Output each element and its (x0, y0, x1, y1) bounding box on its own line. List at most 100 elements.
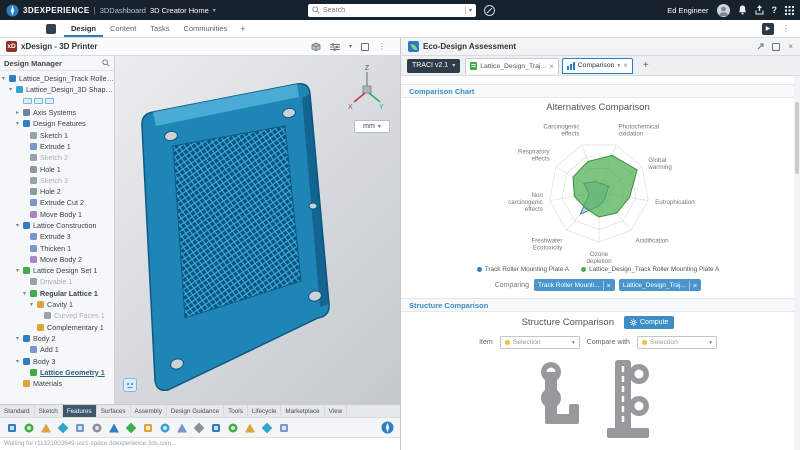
compare-selection-dropdown[interactable]: Selection ▾ (637, 336, 717, 349)
tree-item-axis-systems[interactable]: ▸Axis Systems (0, 107, 114, 118)
scrollbar[interactable] (794, 76, 800, 450)
maximize-icon[interactable] (772, 43, 780, 51)
search-scope-caret-icon[interactable]: ▾ (469, 7, 472, 14)
tree-item-hole-1[interactable]: Hole 1 (0, 163, 114, 174)
comparison-chart-section-header[interactable]: Comparison Chart (401, 84, 795, 98)
dashboard-tab-content[interactable]: Content (103, 20, 143, 37)
tree-item-extrude-cut-2[interactable]: Extrude Cut 2 (0, 197, 114, 208)
ribbon-tab-tools[interactable]: Tools (224, 405, 248, 417)
tree-item-move-body-1[interactable]: Move Body 1 (0, 209, 114, 220)
sketch-tool-icon[interactable] (6, 422, 18, 434)
assistant-robot-icon[interactable] (123, 378, 137, 392)
3d-play-media-icon[interactable]: ▶ (762, 23, 774, 35)
units-dropdown[interactable]: mm ▾ (354, 120, 390, 133)
tree-search-icon[interactable] (102, 59, 110, 67)
add-dashboard-tab-button[interactable]: + (234, 24, 251, 34)
tree-item-body-2[interactable]: ▾Body 2 (0, 333, 114, 344)
tree-item-extrude-1[interactable]: Extrude 1 (0, 141, 114, 152)
compute-button[interactable]: Compute (624, 316, 674, 329)
shell-tool-icon[interactable] (142, 422, 154, 434)
tree-item-extrude-3[interactable]: Extrude 3 (0, 231, 114, 242)
viewport-more-icon[interactable]: ⋮ (378, 42, 386, 51)
lattice-tool-icon[interactable] (210, 422, 222, 434)
ribbon-tab-sketch[interactable]: Sketch (35, 405, 63, 417)
close-panel-icon[interactable]: × (788, 43, 793, 51)
dashboard-home-icon[interactable] (46, 24, 56, 34)
3d-model-lattice-plate[interactable] (123, 66, 348, 396)
avatar[interactable] (717, 4, 730, 17)
comparing-chip[interactable]: Track Roller Mounti...× (534, 279, 615, 291)
tree-caret-icon[interactable]: ▸ (16, 109, 23, 116)
ribbon-tab-lifecycle[interactable]: Lifecycle (248, 405, 282, 417)
display-settings-icon[interactable] (330, 43, 340, 51)
tree-item-lattice-design-set-1[interactable]: ▾Lattice Design Set 1 (0, 265, 114, 276)
do-not-disturb-icon[interactable] (484, 5, 495, 16)
3ds-compass-logo[interactable] (6, 4, 19, 17)
apps-grid-icon[interactable] (785, 6, 794, 15)
tree-caret-icon[interactable]: ▾ (16, 267, 23, 274)
add-assessment-tab-button[interactable]: + (638, 60, 654, 71)
global-search[interactable]: ▾ (308, 4, 476, 17)
tree-item-complementary-1[interactable]: Complementary 1 (0, 322, 114, 333)
tree-item-sketch-2[interactable]: Sketch 2 (0, 152, 114, 163)
measure-tool-icon[interactable] (278, 422, 290, 434)
hole-tool-icon[interactable] (91, 422, 103, 434)
tree-item-curved-faces-1[interactable]: Curved Faces 1 (0, 310, 114, 321)
orientation-triad[interactable]: Z X Y (344, 62, 390, 114)
compass-tool-icon[interactable] (381, 421, 394, 434)
popout-icon[interactable] (757, 43, 764, 50)
fillet-tool-icon[interactable] (108, 422, 120, 434)
tree-caret-icon[interactable]: ▾ (9, 86, 16, 93)
tree-caret-icon[interactable]: ▾ (16, 335, 23, 342)
boolean-tool-icon[interactable] (244, 422, 256, 434)
ribbon-tab-standard[interactable]: Standard (0, 405, 35, 417)
user-name[interactable]: Ed Engineer (667, 6, 708, 15)
3d-viewport[interactable]: Z X Y mm ▾ (115, 56, 400, 404)
structure-comparison-section-header[interactable]: Structure Comparison (401, 298, 795, 312)
tree-caret-icon[interactable]: ▾ (16, 358, 23, 365)
assessment-tab-lattice-design-traj[interactable]: Lattice_Design_Traj...× (465, 58, 559, 74)
pattern-tool-icon[interactable] (193, 422, 205, 434)
item-selection-dropdown[interactable]: Selection ▾ (500, 336, 580, 349)
remove-chip-icon[interactable]: × (603, 281, 611, 290)
tree-item-thicken-1[interactable]: Thicken 1 (0, 242, 114, 253)
extrude-tool-icon[interactable] (23, 422, 35, 434)
dashboard-tab-tasks[interactable]: Tasks (143, 20, 176, 37)
comparing-chip[interactable]: Lattice_Design_Traj...× (619, 279, 701, 291)
tree-item-cavity-1[interactable]: ▾Cavity 1 (0, 299, 114, 310)
ribbon-tab-view[interactable]: View (325, 405, 348, 417)
tree-caret-icon[interactable]: ▾ (16, 120, 23, 127)
tree-item-sketch-1[interactable]: Sketch 1 (0, 129, 114, 140)
platform-name[interactable]: 3DDashboard (100, 6, 146, 15)
tree-caret-icon[interactable]: ▾ (16, 222, 23, 229)
ribbon-tab-marketplace[interactable]: Marketplace (281, 405, 324, 417)
fullscreen-icon[interactable] (361, 43, 369, 51)
app-switcher[interactable]: 3D Creator Home (150, 6, 209, 15)
tree-caret-icon[interactable]: ▾ (23, 290, 30, 297)
render-style-icon[interactable] (311, 42, 321, 51)
dashboard-tab-communities[interactable]: Communities (176, 20, 234, 37)
rib-tool-icon[interactable] (159, 422, 171, 434)
tree-item-drivable-1[interactable]: Drivable 1 (0, 276, 114, 287)
tree-item-lattice-construction[interactable]: ▾Lattice Construction (0, 220, 114, 231)
scrollbar-thumb[interactable] (795, 102, 799, 174)
ribbon-tab-assembly[interactable]: Assembly (131, 405, 167, 417)
more-options-icon[interactable]: ⋮ (782, 24, 790, 33)
close-tab-icon[interactable]: × (623, 61, 628, 70)
thicken-tool-icon[interactable] (261, 422, 273, 434)
tree-item-lattice-design-3d-shape-1[interactable]: ▾Lattice_Design_3D Shape 1 (0, 84, 114, 95)
assessment-tab-comparison[interactable]: Comparison▾× (562, 58, 633, 74)
tree-item-regular-lattice-1[interactable]: ▾Regular Lattice 1 (0, 288, 114, 299)
remove-chip-icon[interactable]: × (689, 281, 697, 290)
tree-item-add-1[interactable]: Add 1 (0, 344, 114, 355)
tree-item-design-features[interactable]: ▾Design Features (0, 118, 114, 129)
ribbon-tab-features[interactable]: Features (63, 405, 97, 417)
tab-caret-icon[interactable]: ▾ (617, 63, 620, 69)
tree-item-lattice-design-track-roller-mount[interactable]: ▾Lattice_Design_Track Roller Mount... (0, 73, 114, 84)
ribbon-tab-design-guidance[interactable]: Design Guidance (167, 405, 224, 417)
dashboard-tab-design[interactable]: Design (64, 20, 103, 37)
tree-caret-icon[interactable]: ▾ (2, 75, 9, 82)
loft-tool-icon[interactable] (74, 422, 86, 434)
search-input[interactable] (323, 7, 462, 14)
ribbon-tab-surfaces[interactable]: Surfaces (97, 405, 131, 417)
